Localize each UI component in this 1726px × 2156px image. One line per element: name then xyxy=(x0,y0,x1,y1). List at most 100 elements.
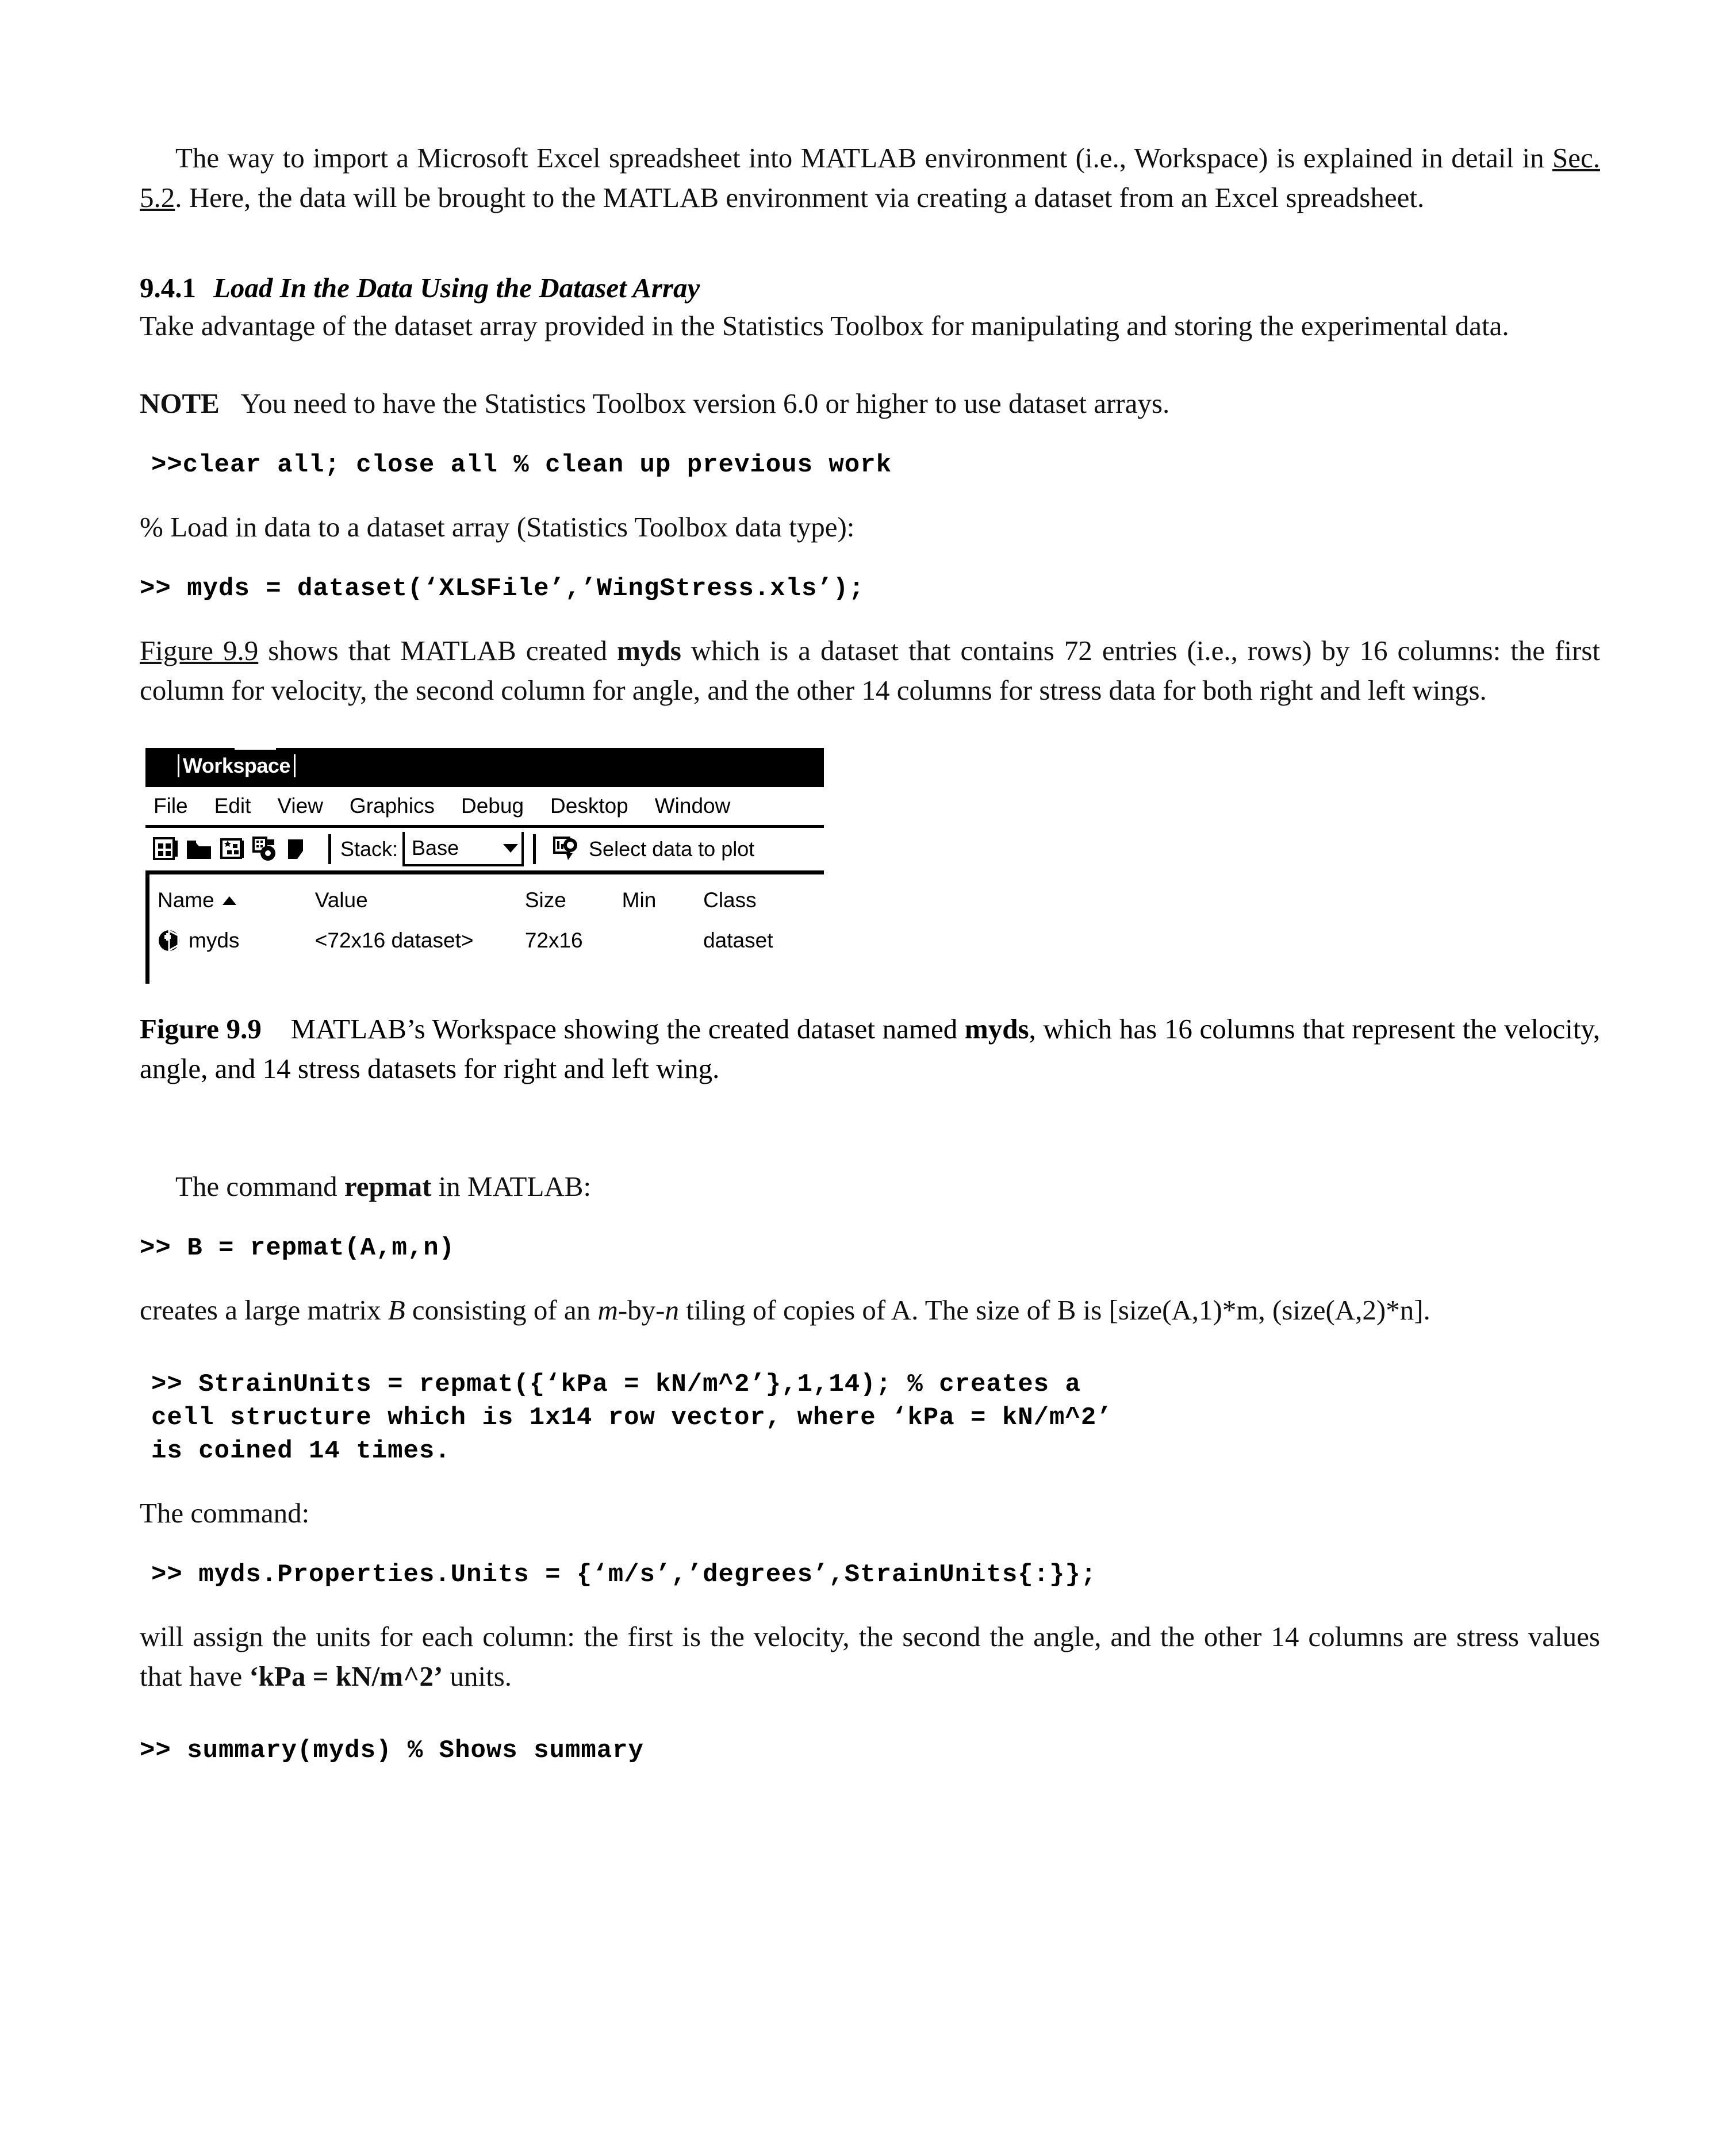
chevron-down-icon xyxy=(503,843,519,853)
menu-item-file[interactable]: File xyxy=(154,794,188,818)
menu-item-desktop[interactable]: Desktop xyxy=(550,794,628,818)
column-header-name-label: Name xyxy=(158,888,214,912)
stack-dropdown[interactable]: Base xyxy=(402,832,524,866)
column-header-name[interactable]: Name xyxy=(158,888,315,912)
table-header-row: Name Value Size Min Class xyxy=(149,880,824,920)
figure-caption-label: Figure 9.9 xyxy=(140,1013,262,1045)
intro-lead-text: The way to import a Microsoft Excel spre… xyxy=(175,142,1552,174)
variable-size-cell: 72x16 xyxy=(524,929,583,952)
matrix-variable-b: B xyxy=(388,1294,405,1326)
comment-load-data: % Load in data to a dataset array (Stati… xyxy=(140,511,855,543)
note-paragraph: NOTE You need to have the Statistics Too… xyxy=(140,383,1600,423)
unit-string-kpa: ‘kPa = kN/m^2’ xyxy=(249,1660,443,1692)
code-summary[interactable]: >> summary(myds) % Shows summary xyxy=(140,1734,1600,1767)
code-dataset-create[interactable]: >> myds = dataset(‘XLSFile’,’WingStress.… xyxy=(140,572,1600,605)
variable-name-myds: myds xyxy=(617,635,681,666)
toolbar-separator-2 xyxy=(533,834,536,864)
workspace-tab[interactable]: Workspace xyxy=(170,751,305,780)
column-header-class[interactable]: Class xyxy=(703,888,824,912)
variable-m: m xyxy=(597,1294,618,1326)
units-description-paragraph: will assign the units for each column: t… xyxy=(140,1617,1600,1696)
stack-label: Stack: xyxy=(340,837,398,861)
copy-paste-icon[interactable] xyxy=(252,836,279,862)
matlab-workspace-window: Workspace File Edit View Graphics Debug … xyxy=(145,746,824,984)
figure-caption-variable: myds xyxy=(964,1013,1029,1045)
variable-value-cell: <72x16 dataset> xyxy=(314,929,474,952)
intro-tail-text: . Here, the data will be brought to the … xyxy=(175,182,1425,213)
table-row[interactable]: myds <72x16 dataset> 72x16 dataset xyxy=(149,920,824,961)
sort-ascending-icon xyxy=(222,896,236,905)
menu-item-view[interactable]: View xyxy=(277,794,323,818)
note-label: NOTE xyxy=(140,388,220,419)
workspace-toolbar: Stack: Base Select data to plot xyxy=(145,828,824,874)
section-title: Load In the Data Using the Dataset Array xyxy=(213,272,700,304)
import-data-icon[interactable] xyxy=(219,836,246,862)
figure-caption: Figure 9.9 MATLAB’s Workspace showing th… xyxy=(140,1009,1600,1088)
document-page: The way to import a Microsoft Excel spre… xyxy=(0,0,1726,2156)
menu-item-graphics[interactable]: Graphics xyxy=(350,794,435,818)
open-folder-icon[interactable] xyxy=(186,836,212,862)
variable-class-cell: dataset xyxy=(703,929,773,952)
repmat-desc-part2: consisting of an xyxy=(405,1294,598,1326)
fig-ref-part1: shows that MATLAB created xyxy=(258,635,617,666)
repmat-command-name: repmat xyxy=(344,1171,432,1202)
repmat-lead-part2: in MATLAB: xyxy=(431,1171,592,1202)
workspace-menubar: File Edit View Graphics Debug Desktop Wi… xyxy=(145,787,824,828)
dataset-variable-icon xyxy=(158,928,183,953)
delete-variable-icon[interactable] xyxy=(286,836,312,862)
column-header-min[interactable]: Min xyxy=(622,888,703,912)
repmat-lead-paragraph: The command repmat in MATLAB: xyxy=(140,1167,1600,1206)
repmat-desc-part3: -by- xyxy=(617,1294,665,1326)
code-properties-units[interactable]: >> myds.Properties.Units = {‘m/s’,’degre… xyxy=(140,1558,1600,1591)
menu-item-debug[interactable]: Debug xyxy=(461,794,524,818)
select-data-to-plot-button[interactable]: Select data to plot xyxy=(553,836,754,862)
repmat-lead-part1: The command xyxy=(175,1171,344,1202)
select-data-to-plot-label: Select data to plot xyxy=(589,837,755,861)
code-strain-units-line2[interactable]: cell structure which is 1x14 row vector,… xyxy=(140,1401,1600,1434)
column-header-size[interactable]: Size xyxy=(525,888,622,912)
repmat-desc-part1: creates a large matrix xyxy=(140,1294,388,1326)
toolbar-separator-1 xyxy=(328,834,331,864)
units-desc-part2: units. xyxy=(443,1660,512,1692)
workspace-variable-table: Name Value Size Min Class myds <72x16 da… xyxy=(145,874,824,984)
variable-name-label: myds xyxy=(189,929,240,952)
command-lead-paragraph: The command: xyxy=(140,1497,310,1529)
new-variable-icon[interactable] xyxy=(152,836,179,862)
titlebar-underline xyxy=(145,784,467,787)
code-strain-units-line3[interactable]: is coined 14 times. xyxy=(140,1434,1600,1468)
figure-cross-reference[interactable]: Figure 9.9 xyxy=(140,635,258,666)
code-strain-units-line1[interactable]: >> StrainUnits = repmat({‘kPa = kN/m^2’}… xyxy=(140,1368,1600,1401)
workspace-tab-label: Workspace xyxy=(178,754,296,777)
variable-name-cell: myds xyxy=(158,928,315,953)
code-repmat-syntax[interactable]: >> B = repmat(A,m,n) xyxy=(140,1232,1600,1265)
note-text: You need to have the Statistics Toolbox … xyxy=(240,388,1170,419)
page-content: The way to import a Microsoft Excel spre… xyxy=(140,138,1600,1767)
titlebar-tick xyxy=(235,746,276,750)
section-heading: 9.4.1 Load In the Data Using the Dataset … xyxy=(140,270,1600,306)
workspace-titlebar: Workspace xyxy=(145,746,824,787)
column-header-value[interactable]: Value xyxy=(315,888,525,912)
repmat-description-paragraph: creates a large matrix B consisting of a… xyxy=(140,1290,1600,1330)
figure-caption-part1: MATLAB’s Workspace showing the created d… xyxy=(290,1013,965,1045)
repmat-desc-part4: tiling of copies of A. The size of B is … xyxy=(678,1294,1430,1326)
menu-item-window[interactable]: Window xyxy=(655,794,731,818)
stack-dropdown-value: Base xyxy=(412,836,459,860)
plot-selector-icon xyxy=(553,836,583,862)
code-clear-all[interactable]: >>clear all; close all % clean up previo… xyxy=(140,448,1600,482)
variable-n: n xyxy=(665,1294,679,1326)
figure-reference-paragraph: Figure 9.9 shows that MATLAB created myd… xyxy=(140,631,1600,710)
menu-item-edit[interactable]: Edit xyxy=(214,794,251,818)
